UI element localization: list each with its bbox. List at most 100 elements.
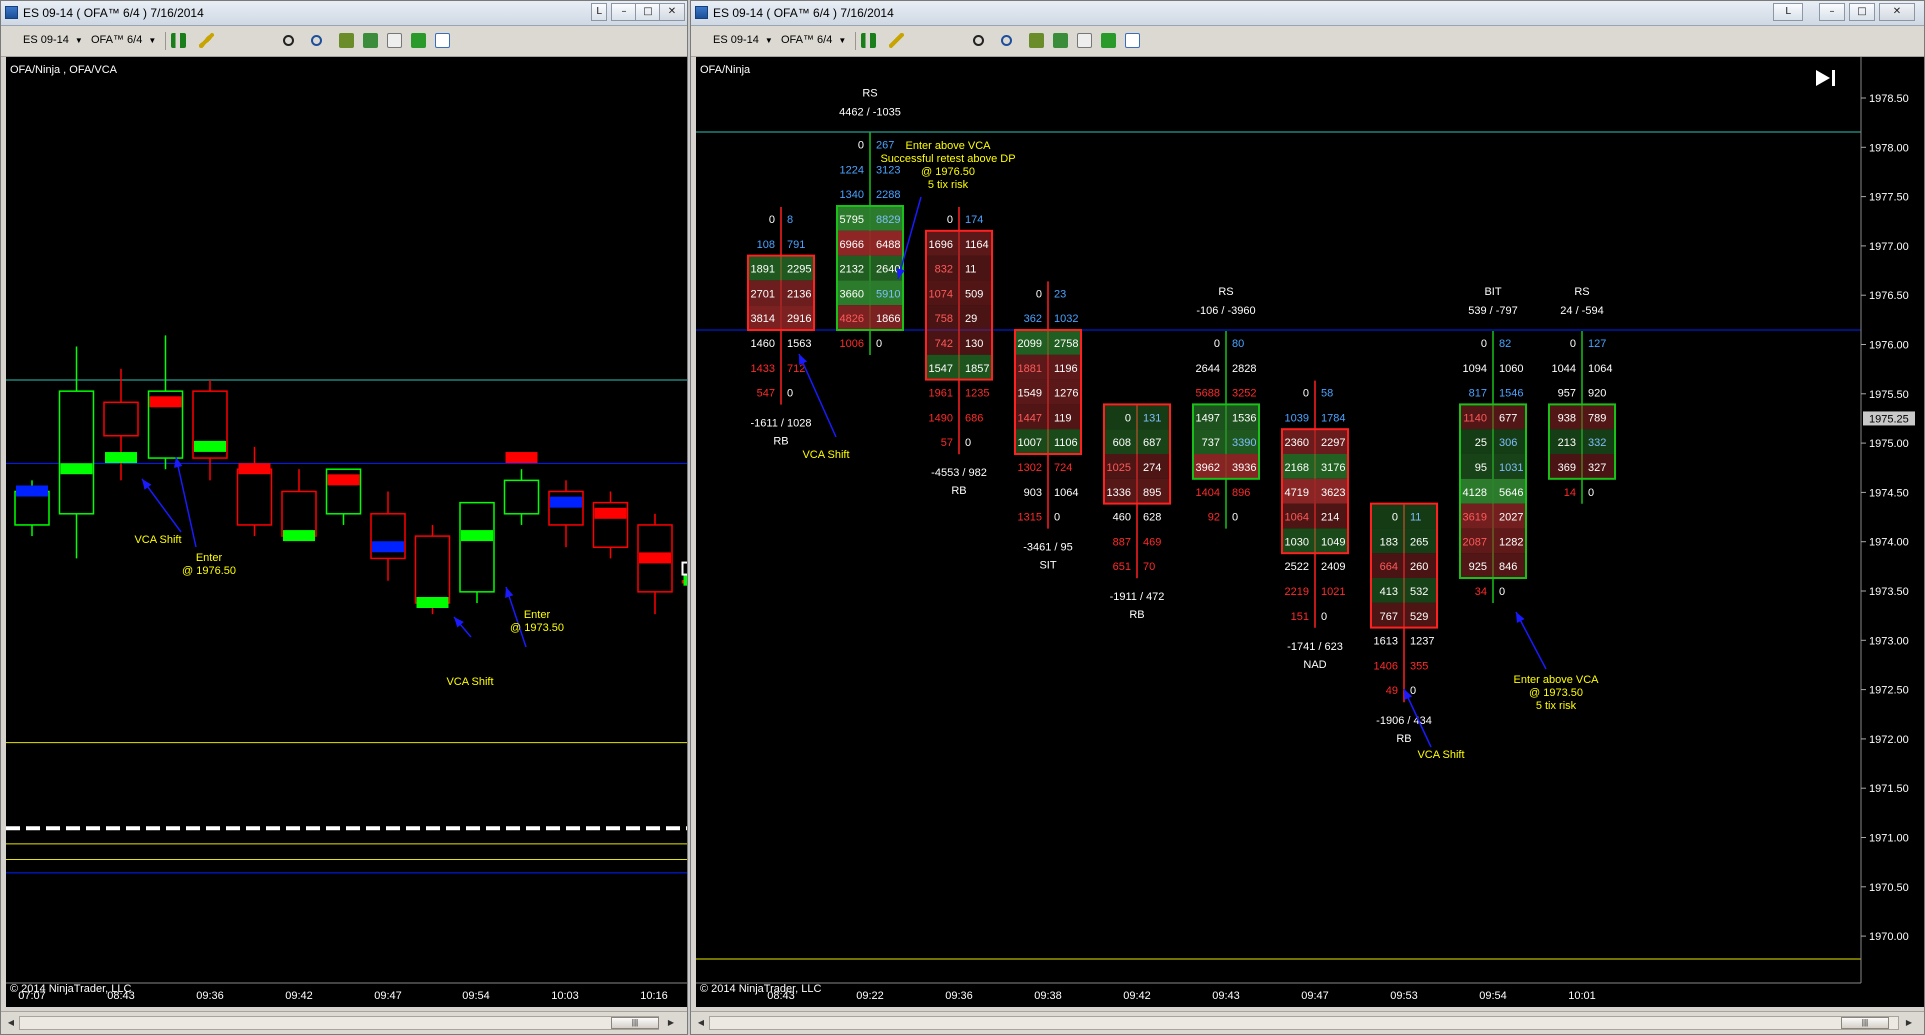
footprint-pattern-label: RS [1218,286,1233,298]
candle-body[interactable] [459,501,495,593]
dollar-icon[interactable] [411,33,426,48]
candle-body[interactable] [281,490,317,537]
close-button[interactable]: ✕ [659,3,685,21]
price-scale-label: 1973.00 [1869,635,1909,647]
vca-marker [461,530,493,542]
right-footprint-chart[interactable]: OFA/Ninja© 2014 NinjaTrader, LLC0 8108 791… [696,57,1925,1007]
period-selector[interactable]: OFA™ 6/4 ▼ [781,34,846,46]
footprint-ask-volume: 2297 [1321,437,1345,449]
footprint-ask-volume: 1235 [965,388,989,400]
right-title-bar[interactable]: ES 09-14 ( OFA™ 6/4 ) 7/16/2014 L – □ ✕ [691,1,1924,26]
scroll-right-arrow[interactable]: ▶ [1903,1017,1915,1029]
footprint-ask-volume: 895 [1143,487,1161,499]
footprint-ask-volume: 306 [1499,437,1517,449]
link-pin-button[interactable]: L [591,3,607,21]
footprint-ask-volume: 1060 [1499,363,1523,375]
footprint-ask-volume: 3252 [1232,388,1256,400]
zoom-icon[interactable] [1001,35,1012,46]
crosshair-icon[interactable] [973,35,984,46]
footprint-bid-volume: 1336 [1107,487,1131,499]
crosshair-icon[interactable] [283,35,294,46]
vca-marker [683,574,687,586]
footprint-ask-volume: 130 [965,338,983,350]
scroll-track[interactable] [709,1016,1899,1030]
strategies-icon[interactable] [1053,33,1068,48]
dollar-icon[interactable] [1101,33,1116,48]
footprint-bid-volume: 6966 [840,239,864,251]
footprint-bid-volume: 957 [1558,388,1576,400]
strategies-icon[interactable] [363,33,378,48]
price-scale-label: 1970.50 [1869,882,1909,894]
footprint-bid-volume: 1447 [1018,412,1042,424]
candle-body[interactable] [58,390,95,515]
footprint-ask-volume: 2828 [1232,363,1256,375]
footprint-bid-volume: 742 [935,338,953,350]
bar-type-icon[interactable] [861,33,876,48]
minimize-button[interactable]: – [611,3,637,21]
footprint-ask-volume: 1563 [787,338,811,350]
pencil-draw-icon[interactable] [889,33,904,48]
data-box-icon[interactable] [387,33,402,48]
footprint-ask-volume: 119 [1054,412,1072,424]
chevron-down-icon: ▼ [148,36,157,45]
footprint-bid-volume: 0 [1214,338,1220,350]
maximize-button[interactable]: □ [1849,3,1875,21]
footprint-bid-volume: 1340 [840,189,864,201]
scroll-left-arrow[interactable]: ◀ [5,1017,17,1029]
period-value: OFA™ 6/4 [781,34,833,46]
candle-body[interactable] [548,490,584,526]
bar-type-icon[interactable] [171,33,186,48]
scroll-thumb[interactable]: ||| [1841,1017,1889,1029]
scroll-left-arrow[interactable]: ◀ [695,1017,707,1029]
left-candlestick-chart[interactable]: OFA/Ninja , OFA/VCA© 2014 NinjaTrader, L… [6,57,688,1007]
properties-icon[interactable] [1029,33,1044,48]
footprint-delta-summary: 539 / -797 [1468,305,1518,317]
period-selector[interactable]: OFA™ 6/4 ▼ [91,34,156,46]
footprint-ask-volume: 1866 [876,313,900,325]
left-title-bar[interactable]: ES 09-14 ( OFA™ 6/4 ) 7/16/2014 L – □ ✕ [1,1,687,26]
footprint-bid-volume: 1006 [840,338,864,350]
vca-marker [550,496,582,508]
instrument-selector[interactable]: ES 09-14 ▼ [713,34,773,46]
properties-icon[interactable] [339,33,354,48]
time-axis-label: 09:43 [1212,990,1240,1002]
footprint-bid-volume: 0 [858,140,864,152]
sheet-icon[interactable] [435,33,450,48]
zoom-icon[interactable] [311,35,322,46]
footprint-ask-volume: 3390 [1232,437,1256,449]
footprint-ask-volume: 791 [787,239,805,251]
footprint-bid-volume: 362 [1024,313,1042,325]
candle-body[interactable] [103,401,139,437]
scroll-to-end-icon[interactable] [1816,70,1830,86]
footprint-ask-volume: 3623 [1321,487,1345,499]
sheet-icon[interactable] [1125,33,1140,48]
scroll-thumb[interactable]: ||| [611,1017,659,1029]
footprint-bid-volume: 1433 [751,363,775,375]
candle-body[interactable] [236,468,273,526]
time-axis-label: 09:54 [462,990,490,1002]
candle-body[interactable] [14,490,50,526]
footprint-bid-volume: 1030 [1285,536,1309,548]
footprint-ask-volume: 1196 [1054,363,1078,375]
close-button[interactable]: ✕ [1879,3,1915,21]
candle-body[interactable] [414,535,451,604]
footprint-bid-volume: 1025 [1107,462,1131,474]
footprint-bid-volume: 5795 [840,214,864,226]
pencil-draw-icon[interactable] [199,33,214,48]
scroll-track[interactable] [19,1016,659,1030]
footprint-ask-volume: 6488 [876,239,900,251]
footprint-bid-volume: 651 [1113,561,1131,573]
footprint-ask-volume: 1064 [1054,487,1078,499]
minimize-button[interactable]: – [1819,3,1845,21]
link-pin-button[interactable]: L [1773,3,1803,21]
scroll-right-arrow[interactable]: ▶ [665,1017,677,1029]
footprint-ask-volume: 70 [1143,561,1155,573]
data-box-icon[interactable] [1077,33,1092,48]
annotation-text: @ 1976.50 [182,565,236,577]
footprint-ask-volume: 1021 [1321,586,1345,598]
scroll-to-end-icon-bar[interactable] [1832,70,1835,86]
instrument-selector[interactable]: ES 09-14 ▼ [23,34,83,46]
maximize-button[interactable]: □ [635,3,661,21]
candle-body[interactable] [503,479,540,515]
footprint-bid-volume: 3619 [1463,512,1487,524]
